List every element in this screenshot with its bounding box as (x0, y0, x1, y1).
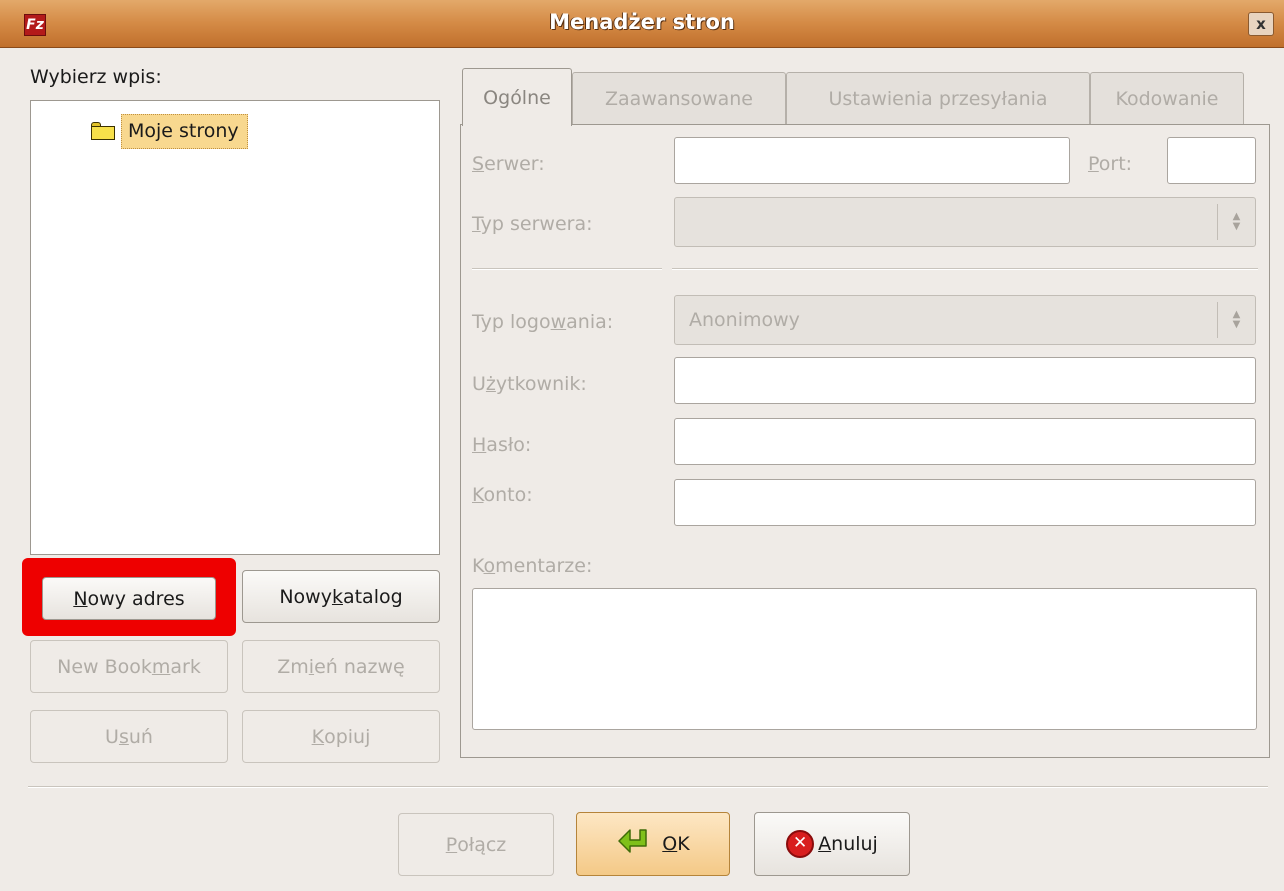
copy-button[interactable]: Kopiuj (242, 710, 440, 763)
account-label: Konto: (472, 484, 533, 506)
port-label: Port: (1088, 153, 1133, 175)
account-input[interactable] (674, 479, 1256, 526)
comments-textarea[interactable] (472, 588, 1257, 730)
tree-item-my-sites[interactable]: Moje strony (91, 111, 248, 151)
delete-button[interactable]: Us uń (30, 710, 228, 763)
footer-separator (28, 786, 1268, 788)
connect-button[interactable]: Połącz (398, 813, 554, 876)
site-tree[interactable]: Moje strony (30, 100, 440, 555)
server-label: Serwer: (472, 153, 545, 175)
window-title: Menadżer stron (549, 10, 735, 34)
tree-item-label: Moje strony (121, 113, 248, 149)
folder-icon (91, 122, 115, 140)
server-input[interactable] (674, 137, 1070, 184)
tab-transfer-settings[interactable]: Ustawienia przesyłania (786, 72, 1090, 125)
ok-arrow-icon (618, 829, 648, 853)
spinner-arrows-icon: ▲ ▼ (1217, 204, 1255, 240)
new-bookmark-button[interactable]: New Book m ark (30, 640, 228, 693)
user-input[interactable] (674, 357, 1256, 404)
separator (472, 268, 662, 270)
comments-label: Komentarze: (472, 555, 593, 577)
ok-button[interactable]: OK (576, 812, 730, 876)
cancel-button[interactable]: ✕ Anuluj (754, 812, 910, 876)
tab-general[interactable]: Ogólne (462, 68, 572, 126)
new-site-button[interactable]: Nowy adres (42, 577, 216, 620)
rename-button[interactable]: Zm i eń nazwę (242, 640, 440, 693)
close-button[interactable]: x (1248, 12, 1274, 36)
cancel-icon: ✕ (786, 830, 815, 858)
spinner-arrows-icon: ▲ ▼ (1217, 302, 1255, 338)
user-label: Użytkownik: (472, 373, 587, 395)
separator (672, 268, 1258, 270)
select-entry-label: Wybierz wpis: (30, 66, 162, 88)
server-type-select[interactable]: ▲ ▼ (674, 197, 1256, 247)
new-folder-button[interactable]: Nowy k atalog (242, 570, 440, 623)
title-bar: Fz Menadżer stron x (0, 0, 1284, 48)
server-type-label: Typ serwera: (472, 213, 593, 235)
password-input[interactable] (674, 418, 1256, 465)
logon-type-label: Typ logowania: (472, 311, 614, 333)
port-input[interactable] (1167, 137, 1256, 184)
password-label: Hasło: (472, 434, 532, 456)
tab-advanced[interactable]: Zaawansowane (572, 72, 786, 125)
logon-type-select[interactable]: Anonimowy ▲ ▼ (674, 295, 1256, 345)
tab-charset[interactable]: Kodowanie (1090, 72, 1244, 125)
